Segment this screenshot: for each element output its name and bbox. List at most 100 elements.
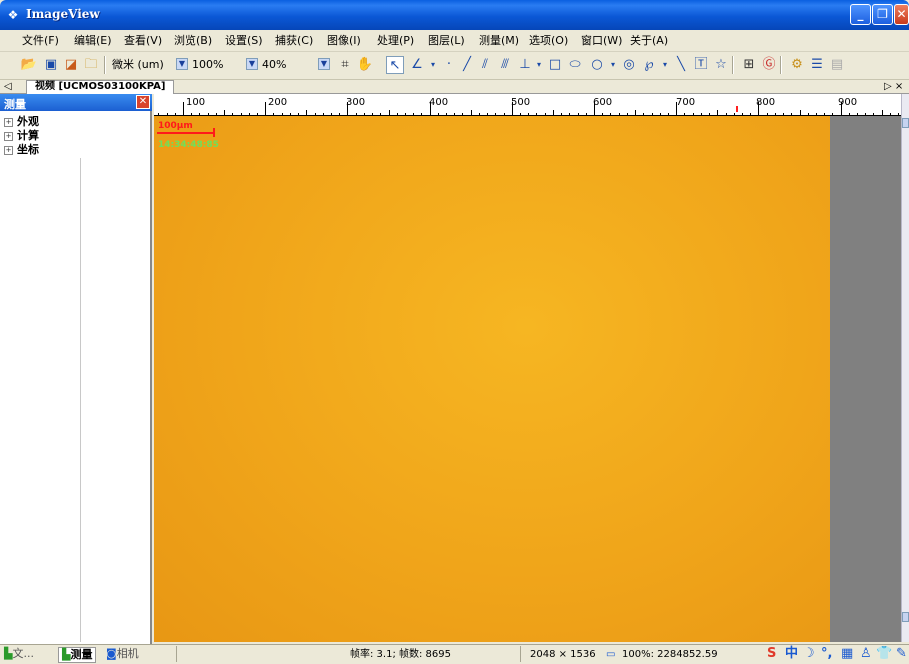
line-icon[interactable]: ╱ — [458, 56, 476, 74]
punctuation-icon[interactable]: °, — [821, 645, 832, 663]
ruler-label: 200 — [268, 97, 288, 108]
settings-icon[interactable]: ✎ — [896, 645, 907, 663]
panel-close-button[interactable]: ✕ — [136, 95, 150, 109]
ime-mode-icon[interactable]: 中 — [785, 645, 798, 663]
expand-icon[interactable]: + — [4, 146, 13, 155]
keyboard-icon[interactable]: ▦ — [841, 645, 853, 663]
ruler-label: 500 — [511, 97, 531, 108]
measure-panel — [0, 94, 152, 644]
status-separator — [176, 646, 177, 662]
skin-icon[interactable]: 👕 — [876, 645, 892, 663]
menu-capture[interactable]: 捕获(C) — [275, 33, 313, 49]
menu-measure[interactable]: 测量(M) — [479, 33, 519, 49]
close-button[interactable]: ✕ — [894, 4, 909, 25]
ruler-major-tick — [594, 102, 595, 116]
camera-icon: ◙ — [106, 647, 117, 660]
export-icon[interactable]: ⚙ — [788, 56, 806, 74]
menu-image[interactable]: 图像(I) — [327, 33, 361, 49]
concentric-icon[interactable]: ◎ — [620, 56, 638, 74]
menu-browse[interactable]: 浏览(B) — [174, 33, 212, 49]
bottom-tab-files[interactable]: ▙文... — [4, 647, 34, 661]
ruler-major-tick — [183, 102, 184, 116]
menu-layer[interactable]: 图层(L) — [428, 33, 465, 49]
panel-title: 测量 — [4, 98, 26, 111]
vertical-scrollbar[interactable] — [901, 94, 909, 642]
ellipse-icon[interactable]: ⬭ — [566, 56, 584, 74]
menu-view[interactable]: 查看(V) — [124, 33, 162, 49]
status-separator — [520, 646, 521, 662]
bottom-tab-measure[interactable]: ▙测量 — [58, 647, 97, 663]
canvas-background — [830, 116, 901, 642]
zoom-select[interactable]: 100% — [192, 58, 223, 72]
menu-settings[interactable]: 设置(S) — [225, 33, 263, 49]
opacity-select[interactable]: 40% — [262, 58, 286, 72]
tab-scroll-left[interactable]: ◁ — [4, 80, 12, 94]
user-icon[interactable]: ♙ — [860, 645, 872, 663]
menu-process[interactable]: 处理(P) — [377, 33, 414, 49]
pointer-icon[interactable]: ↖ — [386, 56, 404, 74]
point-icon[interactable]: · — [440, 56, 458, 74]
bottom-tab-camera[interactable]: ◙相机 — [106, 647, 139, 661]
moon-icon[interactable]: ☽ — [803, 645, 815, 663]
tab-video[interactable]: 视频 [UCMOS03100KPA] — [26, 80, 175, 94]
bottom-tab-label: 相机 — [116, 647, 139, 660]
hand-icon[interactable]: ✋ — [356, 56, 374, 74]
disabled-tool-icon: ▤ — [830, 57, 844, 72]
toolbar-separator-3 — [780, 56, 782, 74]
zoom-status-icon: ▭ — [606, 649, 616, 660]
menu-edit[interactable]: 编辑(E) — [74, 33, 112, 49]
ruler-label: 600 — [593, 97, 613, 108]
save-as-icon[interactable]: ◪ — [62, 56, 80, 74]
ruler-major-tick — [347, 102, 348, 116]
tree-item-coordinates[interactable]: + 坐标 — [4, 143, 39, 157]
menu-window[interactable]: 窗口(W) — [581, 33, 622, 49]
text-tool-icon[interactable]: 🅃 — [692, 56, 710, 74]
scroll-up-arrow[interactable] — [902, 118, 909, 128]
align-icon[interactable]: ☰ — [808, 56, 826, 74]
ruler-major-tick — [265, 102, 266, 116]
calibrate-icon[interactable]: ⊞ — [740, 56, 758, 74]
scale-bar-label: 100μm — [158, 121, 193, 131]
unit-select[interactable]: 微米 (um) — [112, 58, 164, 72]
save-icon[interactable]: ▣ — [42, 56, 60, 74]
menu-options[interactable]: 选项(O) — [529, 33, 568, 49]
ime-logo-icon[interactable]: S — [767, 645, 776, 663]
ruler-major-tick — [758, 102, 759, 116]
open-folder-icon[interactable]: 📂 — [20, 56, 38, 74]
title-bar — [0, 0, 909, 30]
tree-item-label: 外观 — [17, 115, 39, 128]
panel-column-divider[interactable] — [80, 158, 81, 642]
rectangle-icon[interactable]: □ — [546, 56, 564, 74]
star-icon[interactable]: ☆ — [712, 56, 730, 74]
ruler-major-tick — [841, 102, 842, 116]
opacity-dropdown-arrow[interactable]: ▼ — [246, 58, 258, 70]
ruler-major-tick — [676, 102, 677, 116]
parallel-icon[interactable]: ⫽ — [476, 56, 494, 74]
grid-icon[interactable]: Ⓖ — [760, 56, 778, 74]
tab-controls[interactable]: ▷ × — [884, 80, 903, 94]
image-canvas[interactable] — [154, 116, 830, 642]
status-zoom-coords: 100%: 2284852.59 — [622, 649, 718, 660]
scroll-down-arrow[interactable] — [902, 612, 909, 622]
menu-about[interactable]: 关于(A) — [630, 33, 668, 49]
scale-bar-end — [213, 128, 215, 137]
ruler-label: 400 — [429, 97, 449, 108]
parallel-lines-icon[interactable]: ⫻ — [496, 56, 514, 74]
toolbar-separator — [104, 56, 106, 74]
maximize-button[interactable]: ❐ — [872, 4, 893, 25]
tree-item-label: 坐标 — [17, 143, 39, 156]
opacity-select-arrow[interactable]: ▼ — [318, 58, 330, 70]
expand-icon[interactable]: + — [4, 132, 13, 141]
menu-file[interactable]: 文件(F) — [22, 33, 59, 49]
arc-icon[interactable]: ╲ — [672, 56, 690, 74]
tree-item-appearance[interactable]: + 外观 — [4, 115, 39, 129]
ruler-label: 300 — [346, 97, 366, 108]
tree-item-calculation[interactable]: + 计算 — [4, 129, 39, 143]
app-icon: ❖ — [7, 8, 19, 22]
ruler-major-tick — [430, 102, 431, 116]
folder-icon[interactable]: 🗀 — [82, 56, 100, 74]
minimize-button[interactable]: _ — [850, 4, 871, 25]
zoom-dropdown-arrow[interactable]: ▼ — [176, 58, 188, 70]
expand-icon[interactable]: + — [4, 118, 13, 127]
roi-icon[interactable]: ⌗ — [336, 56, 354, 74]
